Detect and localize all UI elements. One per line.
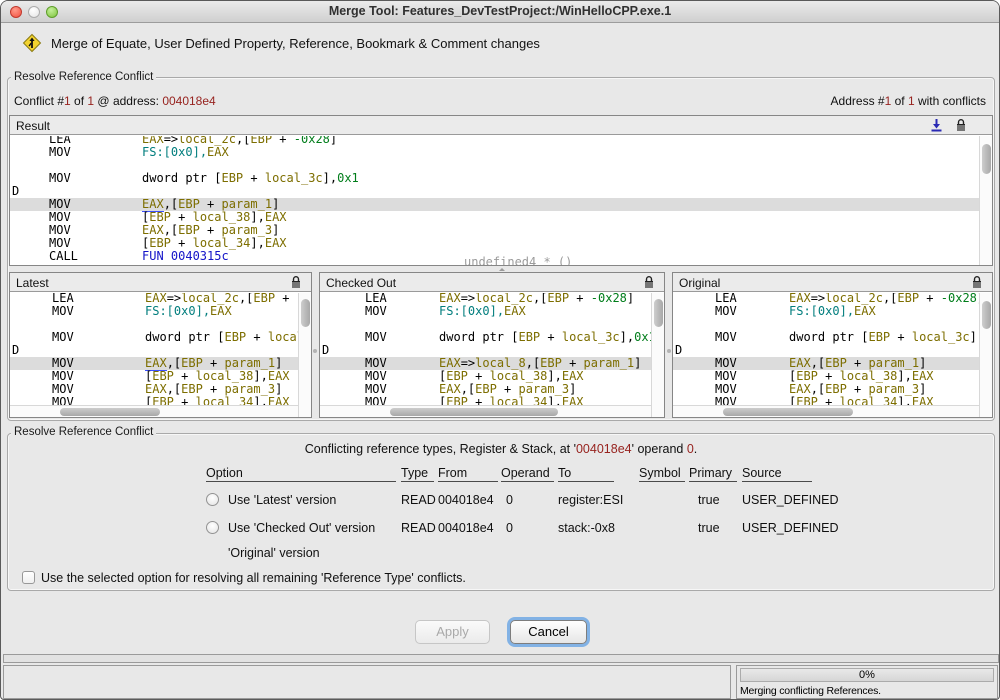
scrollbar-thumb[interactable] xyxy=(60,408,160,416)
latest-listing[interactable]: LEAEAX=>local_2c,[EBP + -0x28]MOVFS:[0x0… xyxy=(10,293,311,417)
scrollbar-thumb[interactable] xyxy=(654,299,663,327)
result-panel-title: Result xyxy=(16,119,50,133)
result-listing[interactable]: LEAEAX=>local_2c,[EBP + -0x28]MOVFS:[0x0… xyxy=(10,136,992,265)
scrollbar-thumb[interactable] xyxy=(982,144,991,174)
status-panel-right: 0% Merging conflicting References. xyxy=(736,665,998,699)
group-title-top: Resolve Reference Conflict xyxy=(11,71,156,83)
cell-to: stack:-0x8 xyxy=(558,521,615,535)
cell-primary: true xyxy=(698,521,720,535)
cell-source: USER_DEFINED xyxy=(742,493,839,507)
result-vertical-scrollbar[interactable] xyxy=(979,136,992,265)
latest-panel-header: Latest xyxy=(10,273,311,292)
column-header-operand: Operand xyxy=(501,466,554,482)
banner-message: Merge of Equate, User Defined Property, … xyxy=(51,36,540,51)
scrollbar-thumb[interactable] xyxy=(301,299,310,327)
scrollbar-thumb[interactable] xyxy=(982,301,991,329)
option-label-original[interactable]: 'Original' version xyxy=(228,546,320,560)
checked-out-panel: Checked Out LEAEAX=>local_2c,[EBP + -0x2… xyxy=(319,272,665,418)
apply-to-all-label: Use the selected option for resolving al… xyxy=(41,571,466,585)
lock-icon[interactable] xyxy=(642,275,656,290)
checked-out-vertical-scrollbar[interactable] xyxy=(651,293,664,417)
column-header-option: Option xyxy=(206,466,396,482)
cell-source: USER_DEFINED xyxy=(742,521,839,535)
cancel-button[interactable]: Cancel xyxy=(510,620,587,644)
conflict-description: Conflicting reference types, Register & … xyxy=(7,442,995,456)
column-header-primary: Primary xyxy=(689,466,737,482)
checked-out-horizontal-scrollbar[interactable] xyxy=(320,405,651,417)
original-listing[interactable]: LEAEAX=>local_2c,[EBP + -0x28]MOVFS:[0x0… xyxy=(673,293,992,417)
goto-next-conflict-icon[interactable] xyxy=(929,118,944,133)
code-line: MOVFS:[0x0],EAX xyxy=(673,305,992,318)
latest-horizontal-scrollbar[interactable] xyxy=(10,405,298,417)
conflict-counter-text: Conflict # xyxy=(14,94,64,108)
code-line: MOVFS:[0x0],EAX xyxy=(10,305,311,318)
original-panel-title: Original xyxy=(679,276,720,290)
column-header-type: Type xyxy=(401,466,434,482)
radio-use-latest[interactable] xyxy=(206,493,219,506)
apply-button[interactable]: Apply xyxy=(415,620,490,644)
radio-use-checked-out[interactable] xyxy=(206,521,219,534)
address-total: 1 xyxy=(908,94,915,108)
cell-type: READ xyxy=(401,521,436,535)
result-panel: Result LEAEAX=>local_2c,[EBP + -0x28]MOV… xyxy=(9,115,993,266)
code-line: MOVdword ptr [EBP + local_3c],0x1 xyxy=(673,331,992,344)
lock-icon[interactable] xyxy=(970,275,984,290)
cell-primary: true xyxy=(698,493,720,507)
apply-to-all-checkbox[interactable] xyxy=(22,571,35,584)
column-header-symbol: Symbol xyxy=(639,466,685,482)
latest-panel: Latest LEAEAX=>local_2c,[EBP + -0x28]MOV… xyxy=(9,272,312,418)
bottom-divider xyxy=(3,654,999,663)
status-message: Merging conflicting References. xyxy=(740,685,881,697)
original-panel-header: Original xyxy=(673,273,992,292)
merge-icon xyxy=(22,33,42,53)
cell-to: register:ESI xyxy=(558,493,623,507)
conflict-number: 1 xyxy=(64,94,71,108)
banner: Merge of Equate, User Defined Property, … xyxy=(1,24,999,64)
window-title: Merge Tool: Features_DevTestProject:/Win… xyxy=(1,4,999,18)
lock-icon[interactable] xyxy=(289,275,303,290)
title-bar[interactable]: Merge Tool: Features_DevTestProject:/Win… xyxy=(1,1,999,23)
resolve-conflict-group-bottom xyxy=(7,433,995,591)
column-header-source: Source xyxy=(742,466,812,482)
checked-out-panel-header: Checked Out xyxy=(320,273,664,292)
cell-from: 004018e4 xyxy=(438,521,494,535)
progress-bar: 0% xyxy=(740,668,994,682)
code-line: MOVdword ptr [EBP + local_3c],0x1 xyxy=(10,331,311,344)
cell-operand: 0 xyxy=(506,493,513,507)
splitter-handle[interactable] xyxy=(667,349,671,353)
scrollbar-thumb[interactable] xyxy=(390,408,558,416)
original-horizontal-scrollbar[interactable] xyxy=(673,405,979,417)
splitter-handle[interactable] xyxy=(313,349,317,353)
column-header-to: To xyxy=(558,466,614,482)
conflict-counter: Conflict #1 of 1 @ address: 004018e4 xyxy=(14,94,216,108)
cell-type: READ xyxy=(401,493,436,507)
conflict-description-operand: 0 xyxy=(687,442,694,456)
code-line: MOVFS:[0x0],EAX xyxy=(320,305,664,318)
address-counter: Address #1 of 1 with conflicts xyxy=(831,94,986,108)
merge-tool-window: Merge Tool: Features_DevTestProject:/Win… xyxy=(0,0,1000,700)
latest-vertical-scrollbar[interactable] xyxy=(298,293,311,417)
code-line: undefined4 * () xyxy=(10,256,992,265)
scrollbar-thumb[interactable] xyxy=(723,408,853,416)
original-vertical-scrollbar[interactable] xyxy=(979,293,992,417)
group-title-bottom: Resolve Reference Conflict xyxy=(11,426,156,438)
checked-out-listing[interactable]: LEAEAX=>local_2c,[EBP + -0x28]MOVFS:[0x0… xyxy=(320,293,664,417)
lock-icon[interactable] xyxy=(954,118,968,133)
conflict-description-address: 004018e4 xyxy=(576,442,632,456)
cell-from: 004018e4 xyxy=(438,493,494,507)
cell-operand: 0 xyxy=(506,521,513,535)
original-panel: Original LEAEAX=>local_2c,[EBP + -0x28]M… xyxy=(672,272,993,418)
latest-panel-title: Latest xyxy=(16,276,49,290)
code-line: MOVdword ptr [EBP + local_3c],0x1 xyxy=(320,331,664,344)
status-panel-left xyxy=(3,665,731,699)
code-line: MOVdword ptr [EBP + local_3c],0x1 xyxy=(10,172,992,185)
option-label-latest[interactable]: Use 'Latest' version xyxy=(228,493,336,507)
option-label-checked-out[interactable]: Use 'Checked Out' version xyxy=(228,521,375,535)
column-header-from: From xyxy=(438,466,498,482)
code-line: MOVFS:[0x0],EAX xyxy=(10,146,992,159)
conflict-address: 004018e4 xyxy=(162,94,215,108)
checked-out-panel-title: Checked Out xyxy=(326,276,396,290)
result-panel-header: Result xyxy=(10,116,992,135)
